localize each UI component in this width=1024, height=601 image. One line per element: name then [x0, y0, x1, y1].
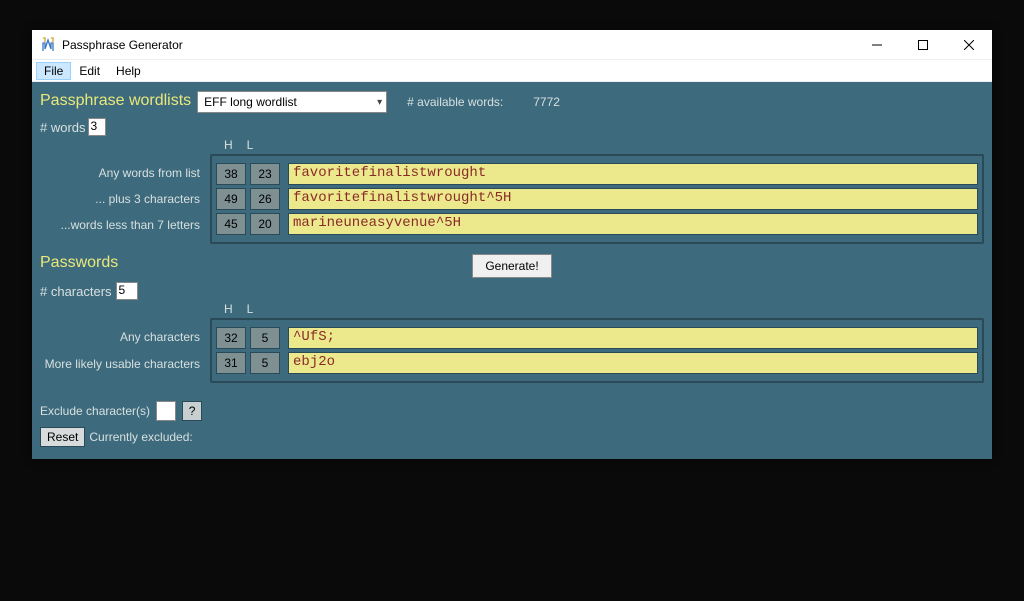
entropy-h-cell: 31: [216, 352, 246, 374]
window-title: Passphrase Generator: [62, 38, 854, 52]
row-label: ... plus 3 characters: [38, 192, 208, 206]
entropy-h-cell: 38: [216, 163, 246, 185]
exclude-help-button[interactable]: ?: [182, 401, 202, 421]
num-chars-input[interactable]: 5: [116, 282, 138, 300]
passphrase-output[interactable]: favoritefinalistwrought^5H: [288, 188, 978, 210]
passphrase-row: 45 20 marineuneasyvenue^5H: [216, 213, 978, 235]
wordlist-hl-header: H L: [224, 138, 984, 152]
exclude-label: Exclude character(s): [40, 404, 150, 418]
exclude-input[interactable]: [156, 401, 176, 421]
entropy-l-cell: 26: [250, 188, 280, 210]
num-words-input[interactable]: 3: [88, 118, 106, 136]
wordlist-dropdown[interactable]: EFF long wordlist ▾: [197, 91, 387, 113]
entropy-l-cell: 20: [250, 213, 280, 235]
row-label: More likely usable characters: [38, 357, 208, 371]
row-label: ...words less than 7 letters: [38, 218, 208, 232]
passphrase-output[interactable]: favoritefinalistwrought: [288, 163, 978, 185]
wordlist-selected: EFF long wordlist: [204, 95, 297, 109]
col-l: L: [247, 138, 254, 152]
passphrase-output[interactable]: marineuneasyvenue^5H: [288, 213, 978, 235]
menu-file[interactable]: File: [36, 62, 71, 80]
num-chars-label: # characters: [40, 284, 112, 299]
password-output[interactable]: ^UfS;: [288, 327, 978, 349]
num-chars-row: # characters 5: [40, 282, 984, 300]
col-l: L: [247, 302, 254, 316]
available-words-value: 7772: [533, 95, 560, 109]
wordlist-grid: Any words from list ... plus 3 character…: [210, 154, 984, 244]
close-button[interactable]: [946, 30, 992, 60]
password-output[interactable]: ebj2o: [288, 352, 978, 374]
maximize-button[interactable]: [900, 30, 946, 60]
num-words-row: # words 3: [40, 118, 984, 136]
reset-button[interactable]: Reset: [40, 427, 85, 447]
menu-help[interactable]: Help: [108, 62, 149, 80]
available-words-label: # available words:: [407, 95, 503, 109]
passphrase-row: 38 23 favoritefinalistwrought: [216, 163, 978, 185]
exclude-section: Exclude character(s) ? Reset Currently e…: [40, 401, 984, 447]
entropy-l-cell: 23: [250, 163, 280, 185]
row-label: Any words from list: [38, 166, 208, 180]
col-h: H: [224, 302, 233, 316]
entropy-h-cell: 49: [216, 188, 246, 210]
client-area: Passphrase wordlists EFF long wordlist ▾…: [32, 82, 992, 459]
col-h: H: [224, 138, 233, 152]
password-row: 31 5 ebj2o: [216, 352, 978, 374]
titlebar: Passphrase Generator: [32, 30, 992, 60]
entropy-l-cell: 5: [250, 327, 280, 349]
password-hl-header: H L: [224, 302, 984, 316]
entropy-h-cell: 45: [216, 213, 246, 235]
passphrase-row: 49 26 favoritefinalistwrought^5H: [216, 188, 978, 210]
window-controls: [854, 30, 992, 60]
wordlists-header: Passphrase wordlists: [40, 92, 191, 110]
entropy-h-cell: 32: [216, 327, 246, 349]
generate-button[interactable]: Generate!: [472, 254, 551, 278]
password-grid: Any characters More likely usable charac…: [210, 318, 984, 383]
app-window: Passphrase Generator File Edit Help Pass…: [32, 30, 992, 459]
menu-edit[interactable]: Edit: [71, 62, 108, 80]
minimize-button[interactable]: [854, 30, 900, 60]
chevron-down-icon: ▾: [377, 97, 382, 108]
menubar: File Edit Help: [32, 60, 992, 82]
password-row: 32 5 ^UfS;: [216, 327, 978, 349]
app-icon: [40, 37, 56, 53]
row-label: Any characters: [38, 330, 208, 344]
num-words-label: # words: [40, 120, 86, 135]
currently-excluded-label: Currently excluded:: [89, 430, 192, 444]
wordlist-header-row: Passphrase wordlists EFF long wordlist ▾…: [40, 90, 984, 114]
entropy-l-cell: 5: [250, 352, 280, 374]
